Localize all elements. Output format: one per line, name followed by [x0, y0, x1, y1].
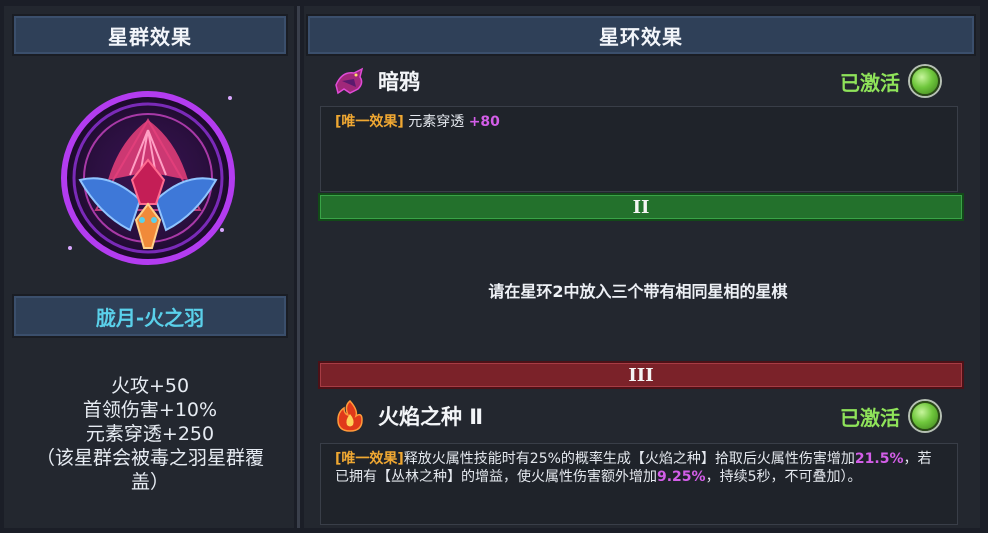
flame-seed-icon [337, 399, 363, 432]
ring3-effect-row[interactable]: 火焰之种 Ⅱ 已激活 [320, 393, 956, 439]
star-ring-panel: 星环效果 暗鸦 已激活 [唯一效果] 元素穿透 +80 II 请在星环2中放入三… [304, 6, 980, 528]
constellation-name: 胧月-火之羽 [12, 294, 288, 338]
active-orb-icon [910, 66, 940, 96]
effect-tag: [唯一效果] [335, 451, 404, 467]
effect-value: 21.5% [854, 451, 904, 467]
ring3-bar: III [318, 361, 964, 389]
ring3-numeral: III [628, 364, 654, 386]
stat-line: 元素穿透+250 [85, 423, 215, 445]
ring3-title: 火焰之种 Ⅱ [378, 405, 484, 429]
effect-text: ，持续5秒，不可叠加）。 [705, 469, 862, 485]
effect-tag: [唯一效果] [335, 114, 404, 130]
ring2-bar: II [318, 193, 964, 221]
stat-line: 盖） [130, 471, 169, 493]
constellation-stats: 火攻+50 首领伤害+10% 元素穿透+250 （该星群会被毒之羽星群覆 盖） [10, 374, 290, 494]
ring2-requirement: 请在星环2中放入三个带有相同星相的星棋 [488, 282, 788, 301]
ring1-effect-row[interactable]: 暗鸦 已激活 [320, 58, 956, 104]
constellation-emblem-icon [61, 91, 235, 265]
ring3-status: 已激活 [840, 405, 900, 430]
star-ring-effect-header: 星环效果 [306, 14, 976, 56]
ring3-description: [唯一效果]释放火属性技能时有25%的概率生成【火焰之种】拾取后火属性伤害增加2… [320, 443, 958, 525]
effect-text: 释放火属性技能时有25%的概率生成【火焰之种】拾取后火属性伤害增加 [403, 451, 855, 467]
stat-line: 火攻+50 [110, 375, 190, 397]
stat-line: （该星群会被毒之羽星群覆 [35, 447, 264, 469]
ring2-numeral: II [632, 196, 650, 218]
constellation-panel: 星群效果 胧月-火之羽 火攻+50 首领伤害+10% 元素穿透+250 （该星群… [4, 6, 294, 528]
constellation-effect-header: 星群效果 [12, 14, 288, 56]
stat-line: 首领伤害+10% [82, 399, 218, 421]
panel-divider [297, 6, 300, 528]
effect-value: 9.25% [657, 469, 706, 485]
ring1-status: 已激活 [840, 70, 900, 95]
effect-text: 元素穿透 [408, 114, 465, 130]
ring1-title: 暗鸦 [378, 70, 420, 94]
dark-crow-icon [335, 67, 364, 95]
ring1-description: [唯一效果] 元素穿透 +80 [320, 106, 958, 192]
effect-value: +80 [468, 114, 500, 130]
active-orb-icon [910, 401, 940, 431]
